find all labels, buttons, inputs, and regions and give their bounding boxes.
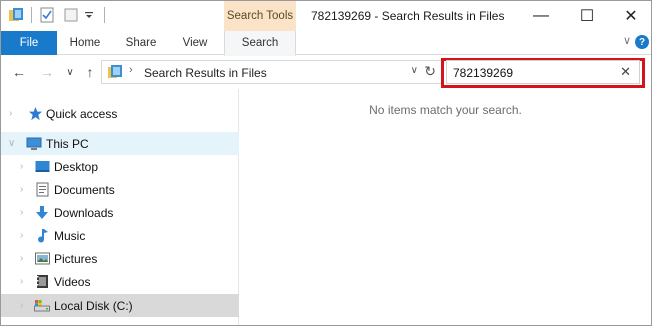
tab-share[interactable]: Share [117, 31, 165, 55]
breadcrumb-separator: › [129, 64, 133, 76]
navigation-pane: › Quick access ∨ This PC › Desktop › Doc… [1, 89, 239, 325]
desktop-icon [34, 159, 50, 175]
nav-item-label: Downloads [54, 205, 114, 220]
nav-item-documents[interactable]: › Documents [1, 178, 239, 201]
expand-arrow-icon[interactable]: › [20, 300, 23, 311]
minimize-button[interactable]: — [519, 1, 563, 31]
nav-item-label: Quick access [46, 106, 118, 121]
computer-icon [26, 136, 42, 152]
downloads-icon [34, 205, 50, 221]
window-title: 782139269 - Search Results in Files [311, 9, 505, 23]
tab-view[interactable]: View [171, 31, 219, 55]
search-box[interactable]: ✕ [446, 60, 640, 84]
back-button[interactable]: ← [9, 62, 29, 82]
nav-item-pictures[interactable]: › Pictures [1, 247, 239, 270]
expand-arrow-icon[interactable]: › [20, 161, 23, 172]
file-list-area[interactable]: No items match your search. [240, 89, 651, 325]
expand-arrow-icon[interactable]: › [9, 108, 12, 119]
documents-icon [34, 182, 50, 198]
nav-item-label: Documents [54, 182, 115, 197]
nav-item-label: This PC [46, 136, 89, 151]
nav-item-label: Desktop [54, 159, 99, 174]
ribbon-collapse-icon[interactable]: ∨ [623, 34, 631, 47]
tab-file[interactable]: File [1, 31, 57, 55]
explorer-window: Search Tools 782139269 - Search Results … [0, 0, 652, 326]
collapse-arrow-icon[interactable]: ∨ [8, 138, 15, 149]
expand-arrow-icon[interactable]: › [20, 276, 23, 287]
music-icon [34, 228, 50, 244]
nav-item-videos[interactable]: › Videos [1, 270, 239, 293]
nav-item-quick-access[interactable]: › Quick access [1, 102, 239, 125]
new-folder-icon[interactable] [62, 6, 80, 24]
expand-arrow-icon[interactable]: › [20, 253, 23, 264]
forward-button[interactable]: → [37, 62, 57, 82]
clear-search-icon[interactable]: ✕ [620, 64, 631, 80]
tab-home[interactable]: Home [61, 31, 109, 55]
nav-item-music[interactable]: › Music [1, 224, 239, 247]
ribbon-tabs: File Home Share View Search ∨ ? [1, 31, 651, 56]
recent-locations-icon[interactable]: ∨ [63, 62, 77, 82]
maximize-button[interactable]: ☐ [565, 1, 609, 31]
nav-item-label: Music [54, 228, 86, 243]
local-disk-icon [34, 298, 50, 314]
expand-arrow-icon[interactable]: › [20, 184, 23, 195]
refresh-button[interactable]: ↻ [424, 63, 436, 80]
nav-item-label: Videos [54, 274, 91, 289]
nav-item-label: Local Disk (C:) [54, 298, 133, 313]
empty-results-message: No items match your search. [369, 103, 522, 117]
help-icon[interactable]: ? [635, 35, 649, 49]
toolbar-divider [104, 7, 105, 23]
customize-toolbar-icon[interactable] [80, 6, 98, 24]
expand-arrow-icon[interactable]: › [20, 230, 23, 241]
title-bar: Search Tools 782139269 - Search Results … [1, 1, 651, 31]
toolbar-divider [31, 7, 32, 23]
up-button[interactable]: ↑ [81, 62, 99, 82]
pictures-icon [34, 251, 50, 267]
nav-item-this-pc[interactable]: ∨ This PC [1, 132, 239, 155]
nav-item-label: Pictures [54, 251, 98, 266]
nav-item-local-disk[interactable]: › Local Disk (C:) [1, 294, 239, 317]
videos-icon [34, 274, 50, 290]
search-tools-context-label: Search Tools [224, 1, 296, 31]
search-folder-icon [107, 64, 123, 83]
quick-access-toolbar [7, 6, 111, 24]
address-bar[interactable]: › Search Results in Files ∨ ↻ [101, 60, 443, 84]
nav-item-desktop[interactable]: › Desktop [1, 155, 239, 178]
close-button[interactable]: ✕ [609, 1, 651, 31]
breadcrumb[interactable]: Search Results in Files [144, 66, 267, 80]
address-dropdown-icon[interactable]: ∨ [411, 65, 418, 76]
folder-app-icon [7, 6, 25, 24]
search-input[interactable] [453, 65, 613, 81]
tab-search[interactable]: Search [224, 31, 296, 56]
nav-item-downloads[interactable]: › Downloads [1, 201, 239, 224]
expand-arrow-icon[interactable]: › [20, 207, 23, 218]
properties-icon[interactable] [38, 6, 56, 24]
star-icon [27, 106, 43, 122]
